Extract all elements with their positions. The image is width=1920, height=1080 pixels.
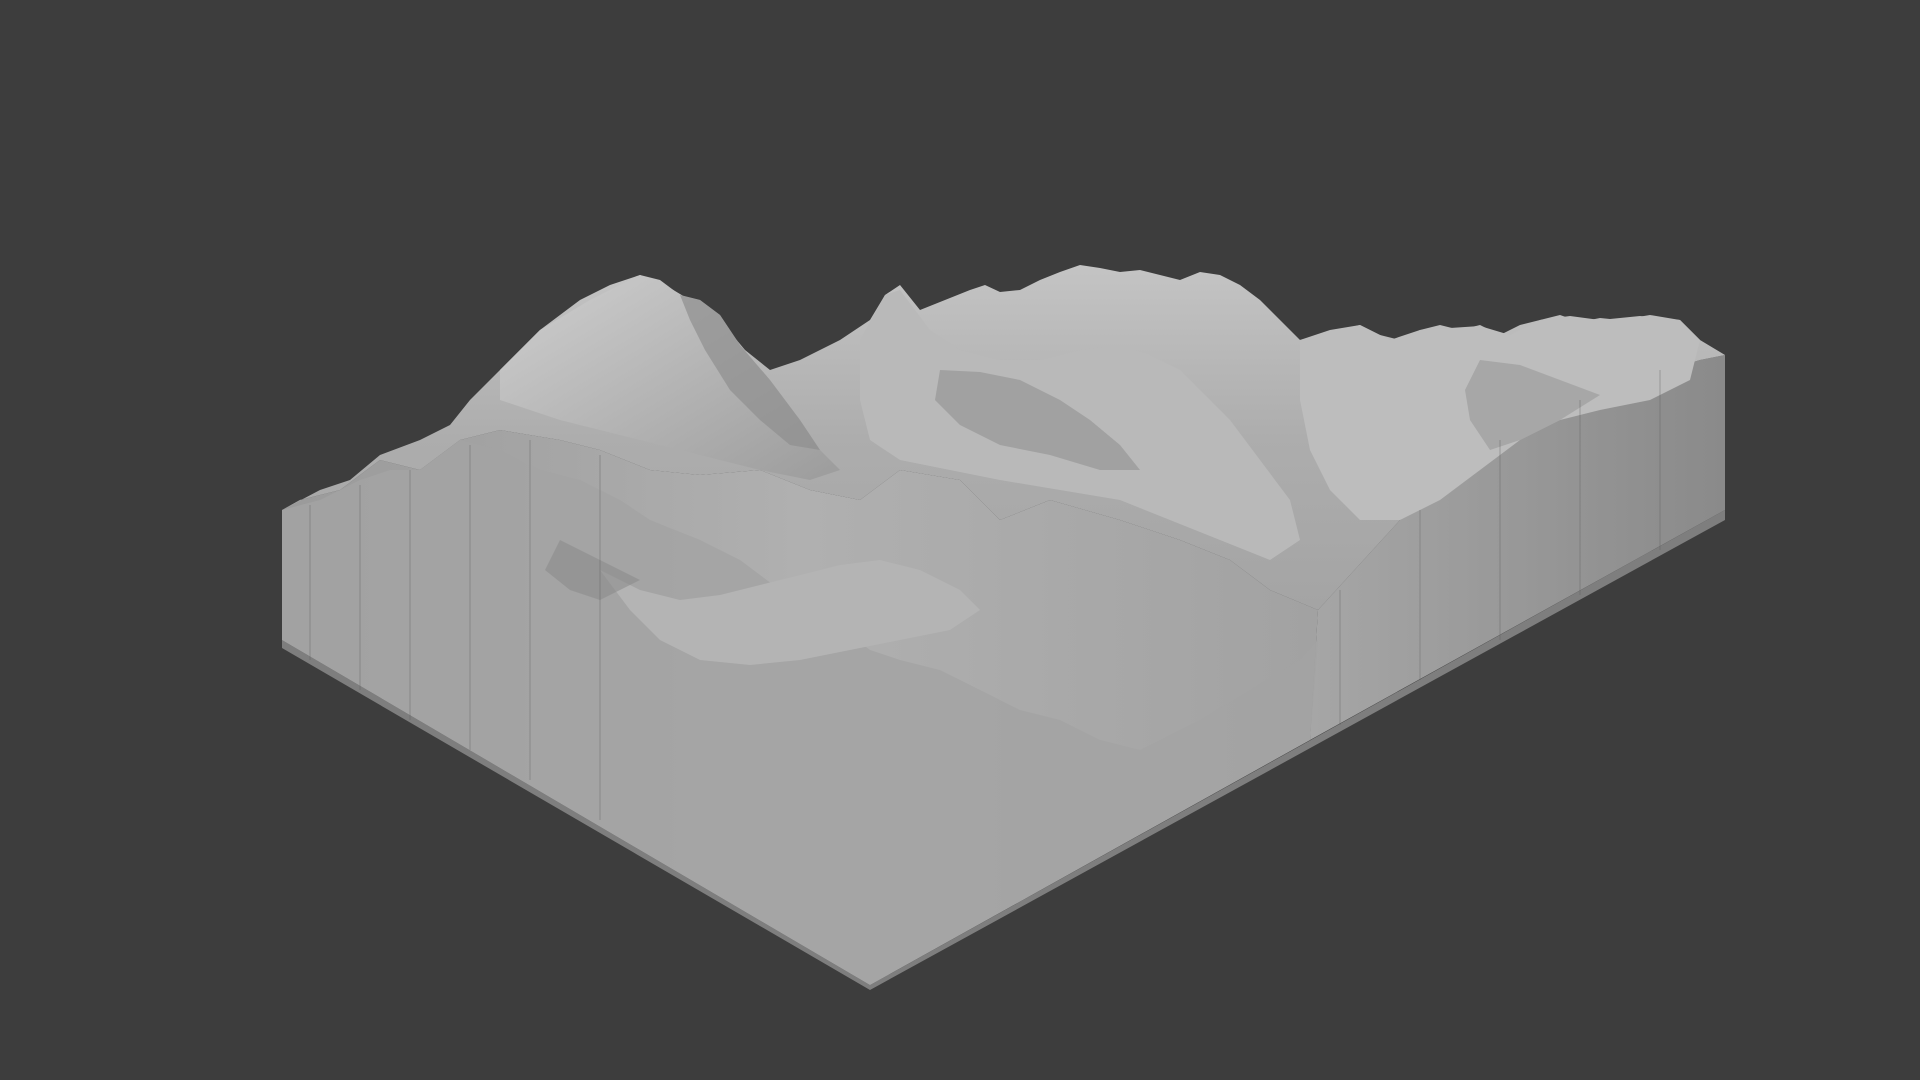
- 3d-viewport[interactable]: [0, 0, 1920, 1080]
- terrain-render: [282, 265, 1725, 990]
